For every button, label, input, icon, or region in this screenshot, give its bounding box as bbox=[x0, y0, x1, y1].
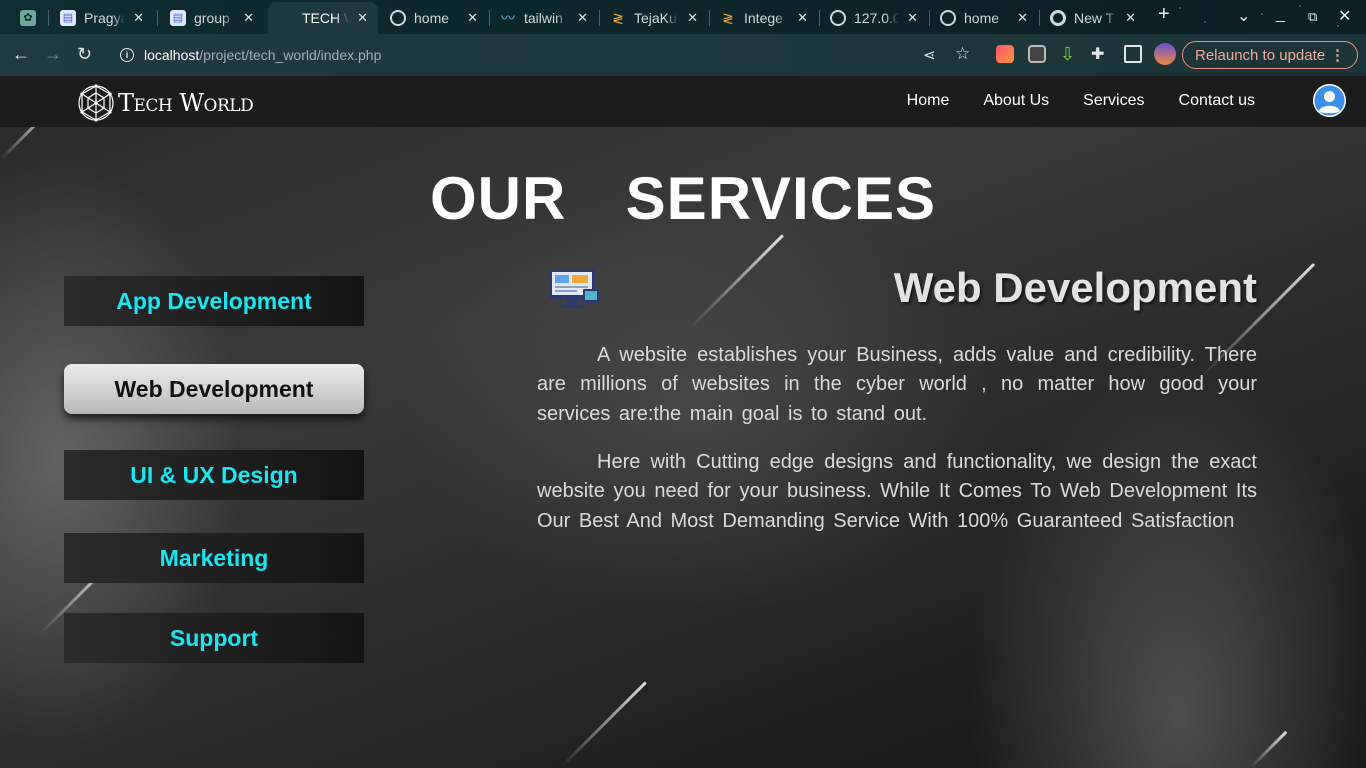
close-window-icon[interactable]: ✕ bbox=[1338, 6, 1351, 26]
code-icon: ≷ bbox=[722, 10, 734, 26]
close-tab-icon[interactable]: ✕ bbox=[1125, 10, 1136, 26]
close-tab-icon[interactable]: ✕ bbox=[243, 10, 254, 26]
close-tab-icon[interactable]: ✕ bbox=[467, 10, 478, 26]
tab-tejaku[interactable]: ≷ TejaKu ✕ bbox=[600, 4, 708, 32]
document-icon: ▤ bbox=[170, 10, 186, 26]
minimize-icon[interactable]: _ bbox=[1276, 6, 1285, 24]
nav-contact-us[interactable]: Contact us bbox=[1179, 92, 1255, 110]
services-heading: OUR SERVICES bbox=[429, 165, 936, 232]
globe-icon bbox=[390, 10, 406, 26]
tab-localhost-ip[interactable]: 127.0.0 ✕ bbox=[820, 4, 928, 32]
bookmark-star-icon[interactable]: ☆ bbox=[955, 44, 970, 64]
nav-services[interactable]: Services bbox=[1083, 92, 1144, 110]
close-tab-icon[interactable]: ✕ bbox=[133, 10, 144, 26]
close-tab-icon[interactable]: ✕ bbox=[1017, 10, 1028, 26]
close-tab-icon[interactable]: ✕ bbox=[907, 10, 918, 26]
globe-icon bbox=[830, 10, 846, 26]
more-menu-icon[interactable]: ⋮ bbox=[1330, 46, 1345, 64]
nav-home[interactable]: Home bbox=[907, 92, 950, 110]
tab-pragya[interactable]: ▤ Pragya ✕ bbox=[50, 4, 154, 32]
nav-about-us[interactable]: About Us bbox=[983, 92, 1049, 110]
service-title: Web Development bbox=[893, 264, 1257, 311]
site-navbar: Tech World Home About Us Services Contac… bbox=[0, 76, 1366, 127]
close-tab-icon[interactable]: ✕ bbox=[797, 10, 808, 26]
tab-tailwind[interactable]: 〰 tailwin ✕ bbox=[490, 4, 598, 32]
chatgpt-icon: ✿ bbox=[20, 10, 36, 26]
service-paragraph-2: Here with Cutting edge designs and funct… bbox=[537, 451, 1257, 532]
reload-icon[interactable]: ↻ bbox=[77, 44, 92, 64]
side-panel-icon[interactable] bbox=[1124, 45, 1142, 63]
main-nav: Home About Us Services Contact us bbox=[873, 92, 1255, 110]
logo-text: Tech World bbox=[118, 89, 254, 117]
new-tab-icon[interactable]: + bbox=[1158, 3, 1170, 26]
tab-chatgpt[interactable]: ✿ bbox=[10, 4, 48, 32]
code-icon: ≷ bbox=[612, 10, 624, 26]
tab-integer[interactable]: ≷ Intege ✕ bbox=[710, 4, 818, 32]
address-bar[interactable]: i localhost/project/tech_world/index.php bbox=[108, 39, 978, 71]
profile-avatar-icon[interactable] bbox=[1154, 43, 1176, 65]
browser-tab-strip: ✿ ▤ Pragya ✕ ▤ group ✕ TECH W ✕ home ✕ 〰… bbox=[0, 0, 1366, 34]
decorative-streak bbox=[690, 234, 785, 329]
service-button-support[interactable]: Support bbox=[64, 613, 364, 663]
service-button-web-development[interactable]: Web Development bbox=[64, 364, 364, 414]
globe-network-icon bbox=[78, 84, 114, 122]
site-logo[interactable]: Tech World bbox=[76, 83, 254, 123]
service-paragraph-1: A website establishes your Business, add… bbox=[537, 344, 1257, 425]
user-avatar-icon[interactable] bbox=[1313, 84, 1346, 117]
close-tab-icon[interactable]: ✕ bbox=[577, 10, 588, 26]
tab-new-tab[interactable]: New T ✕ bbox=[1040, 4, 1146, 32]
service-button-app-development[interactable]: App Development bbox=[64, 276, 364, 326]
web-development-icon bbox=[547, 267, 603, 318]
tailwind-icon: 〰 bbox=[501, 10, 515, 26]
extensions-puzzle-icon[interactable]: ✚ bbox=[1091, 45, 1104, 65]
browser-toolbar: ← → ↻ i localhost/project/tech_world/ind… bbox=[0, 34, 1366, 76]
tab-tech-world[interactable]: TECH W ✕ bbox=[268, 2, 378, 34]
decorative-streak bbox=[1250, 730, 1288, 768]
tab-search-chevron-icon[interactable]: ⌄ bbox=[1237, 6, 1250, 26]
tab-home-2[interactable]: home ✕ bbox=[930, 4, 1038, 32]
restore-icon[interactable]: ⧉ bbox=[1308, 9, 1317, 25]
document-icon: ▤ bbox=[60, 10, 76, 26]
forward-arrow-icon[interactable]: → bbox=[44, 44, 62, 64]
close-tab-icon[interactable]: ✕ bbox=[687, 10, 698, 26]
site-info-icon[interactable]: i bbox=[120, 48, 134, 62]
globe-icon bbox=[940, 10, 956, 26]
service-button-marketing[interactable]: Marketing bbox=[64, 533, 364, 583]
chrome-icon bbox=[1050, 10, 1066, 26]
share-icon[interactable]: ⋖ bbox=[923, 46, 936, 66]
relaunch-to-update-button[interactable]: Relaunch to update ⋮ bbox=[1182, 41, 1358, 69]
extension-camera-icon[interactable] bbox=[1028, 45, 1046, 63]
back-arrow-icon[interactable]: ← bbox=[12, 44, 30, 64]
tab-group[interactable]: ▤ group ✕ bbox=[160, 4, 264, 32]
tab-home[interactable]: home ✕ bbox=[380, 4, 488, 32]
extension-screenshot-icon[interactable] bbox=[996, 45, 1014, 63]
decorative-streak bbox=[560, 681, 647, 768]
close-tab-icon[interactable]: ✕ bbox=[357, 10, 368, 26]
extension-download-icon[interactable]: ⇩ bbox=[1060, 44, 1075, 64]
service-button-ui-ux-design[interactable]: UI & UX Design bbox=[64, 450, 364, 500]
page-viewport: Tech World Home About Us Services Contac… bbox=[0, 76, 1366, 768]
